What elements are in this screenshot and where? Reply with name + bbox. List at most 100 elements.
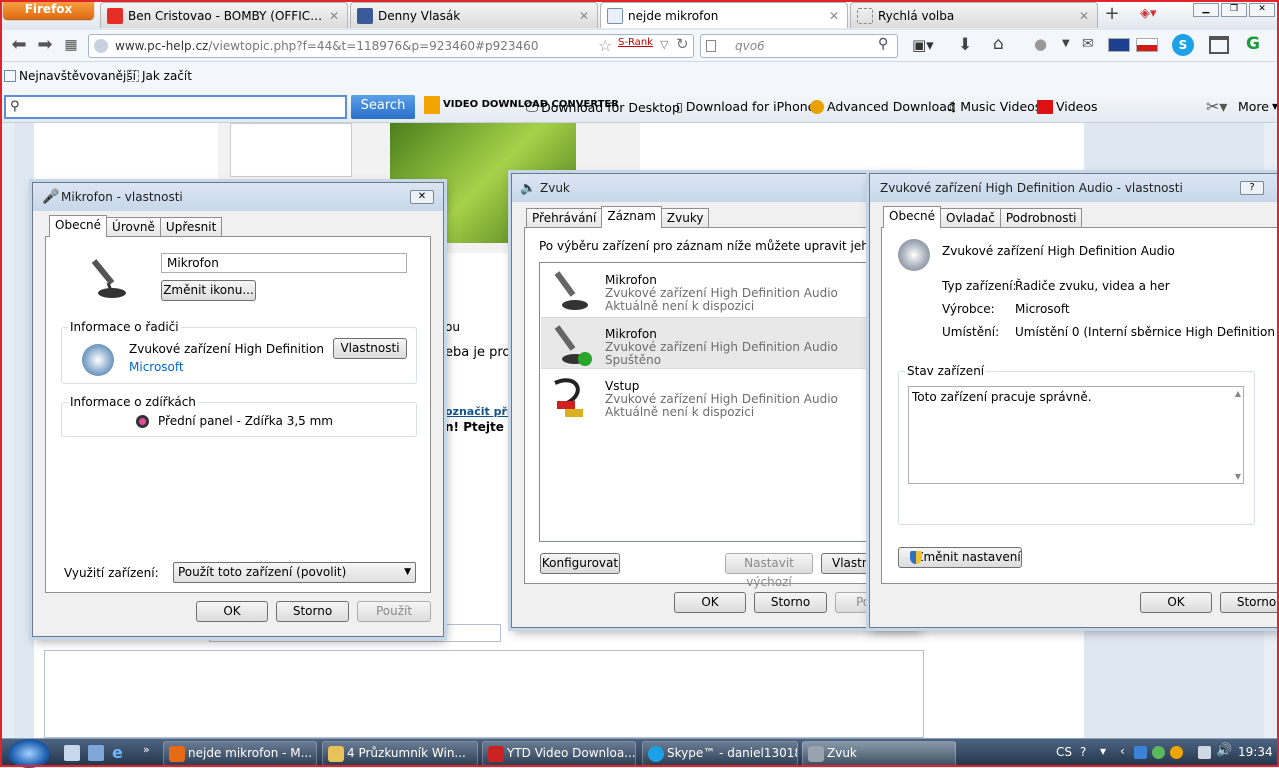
tools-icon[interactable]: ✂▾: [1206, 97, 1227, 116]
close-icon[interactable]: ✕: [1079, 9, 1091, 23]
bookmarks-icon[interactable]: ▣▾: [912, 36, 934, 54]
volume-icon[interactable]: 🔊: [1216, 743, 1232, 758]
cancel-button[interactable]: Storno: [276, 601, 349, 622]
minimize-button[interactable]: ▁: [1193, 3, 1219, 17]
close-icon[interactable]: ✕: [579, 9, 591, 23]
list-item[interactable]: Mikrofon Zvukové zařízení High Definitio…: [541, 317, 887, 369]
status-textbox[interactable]: Toto zařízení pracuje správně. ▲ ▼: [908, 386, 1244, 484]
home-icon[interactable]: ⌂: [993, 34, 1004, 54]
taskbar-task-firefox[interactable]: nejde mikrofon - M...: [163, 741, 317, 766]
tab-general[interactable]: Obecné: [49, 215, 108, 237]
star-icon[interactable]: ☆: [598, 36, 612, 55]
help-icon[interactable]: ?: [1080, 745, 1086, 759]
tray-app-icon[interactable]: [1134, 746, 1147, 759]
tab-playback[interactable]: Přehrávání: [526, 208, 603, 228]
scroll-down-icon[interactable]: ▼: [1235, 472, 1241, 481]
device-name-input[interactable]: Mikrofon: [161, 253, 407, 273]
chevron-down-icon[interactable]: ▾: [1100, 744, 1106, 758]
mail-icon[interactable]: ✉: [1082, 36, 1094, 52]
tab-speed-dial[interactable]: Rychlá volba ✕: [850, 2, 1098, 28]
dropdown-icon[interactable]: ▽: [660, 38, 668, 51]
addon-g-icon[interactable]: G: [1246, 34, 1260, 54]
srank-badge[interactable]: S-Rank: [618, 37, 653, 48]
cancel-button[interactable]: Storno: [754, 592, 827, 613]
tab-nejde-mikrofon[interactable]: nejde mikrofon ✕: [600, 2, 848, 28]
search-icon[interactable]: ⚲: [878, 36, 888, 52]
list-item[interactable]: Mikrofon Zvukové zařízení High Definitio…: [541, 264, 887, 316]
download-iphone-link[interactable]: ▯ Download for iPhone: [676, 99, 815, 114]
start-button[interactable]: [8, 739, 50, 768]
apply-button[interactable]: Použít: [357, 601, 431, 622]
chevron-left-icon[interactable]: ‹: [1120, 744, 1125, 758]
taskbar-task-sound[interactable]: Zvuk: [802, 741, 956, 766]
close-window-button[interactable]: ✕: [1249, 3, 1275, 17]
tray-update-icon[interactable]: [1170, 746, 1183, 759]
tab-details[interactable]: Podrobnosti: [999, 208, 1083, 228]
chevron-right-icon[interactable]: »: [143, 743, 150, 756]
bookmark-most-visited[interactable]: Nejnavštěvovanější: [4, 69, 136, 83]
czech-flag-icon[interactable]: [1136, 38, 1158, 52]
ok-button[interactable]: OK: [1140, 592, 1212, 613]
internet-explorer-icon[interactable]: e: [112, 743, 123, 762]
tray-check-icon[interactable]: [1152, 746, 1165, 759]
back-icon[interactable]: ⬅: [8, 35, 30, 57]
toolbar-search-input[interactable]: ⚲: [4, 95, 347, 119]
new-tab-button[interactable]: +: [1100, 4, 1124, 26]
set-default-button[interactable]: Nastavit výchozí: [725, 553, 813, 589]
network-icon[interactable]: [1198, 746, 1211, 759]
clock[interactable]: 19:34: [1238, 745, 1273, 759]
medal-icon[interactable]: ●: [1034, 35, 1047, 53]
forward-icon[interactable]: ➡: [34, 35, 56, 57]
tab-driver[interactable]: Ovladač: [940, 208, 1001, 228]
advanced-download-link[interactable]: Advanced Download: [810, 99, 955, 114]
close-icon[interactable]: ✕: [829, 9, 841, 23]
taskbar-task-ytd[interactable]: YTD Video Downloa...: [482, 741, 636, 766]
page-textarea[interactable]: [44, 650, 924, 738]
properties-button[interactable]: Vlastnosti: [333, 338, 407, 359]
uk-flag-icon[interactable]: [1108, 38, 1130, 52]
device-list[interactable]: Mikrofon Zvukové zařízení High Definitio…: [539, 262, 889, 542]
tab-recording[interactable]: Záznam: [601, 206, 662, 228]
help-button[interactable]: ?: [1240, 181, 1264, 195]
music-videos-link[interactable]: ♫ Music Videos: [946, 99, 1041, 114]
restore-button[interactable]: ❐: [1221, 3, 1247, 17]
ok-button[interactable]: OK: [196, 601, 268, 622]
scroll-up-icon[interactable]: ▲: [1235, 389, 1241, 398]
nav-search-input[interactable]: qvo6: [700, 34, 898, 58]
show-desktop-icon[interactable]: [64, 745, 80, 761]
ok-button[interactable]: OK: [674, 592, 746, 613]
configure-button[interactable]: Konfigurovat: [540, 553, 620, 574]
tab-youtube[interactable]: Ben Cristovao - BOMBY (OFFICIAL VI... ✕: [100, 2, 348, 28]
explorer-icon[interactable]: [88, 745, 104, 761]
tab-levels[interactable]: Úrovně: [106, 217, 161, 237]
window-icon[interactable]: [1209, 36, 1229, 54]
more-menu[interactable]: More ▼: [1238, 99, 1278, 114]
firefox-menu-button[interactable]: Firefox: [3, 1, 94, 19]
tab-advanced[interactable]: Upřesnit: [159, 217, 223, 237]
skype-icon[interactable]: S: [1172, 34, 1194, 56]
tab-facebook[interactable]: Denny Vlasák ✕: [350, 2, 598, 28]
videos-link[interactable]: Videos: [1037, 99, 1098, 114]
close-icon[interactable]: ✕: [410, 190, 434, 204]
download-desktop-link[interactable]: 🖵 Download for Desktop: [526, 99, 680, 115]
addon-icon[interactable]: ◈▾: [1140, 6, 1166, 24]
usage-select[interactable]: Použít toto zařízení (povolit) ▼: [173, 562, 416, 583]
grid-icon[interactable]: ▦: [60, 35, 82, 57]
tab-general[interactable]: Obecné: [883, 206, 942, 228]
site-identity-icon[interactable]: [94, 39, 108, 53]
toolbar-search-button[interactable]: Search: [351, 95, 415, 119]
list-item[interactable]: Vstup Zvukové zařízení High Definition A…: [541, 370, 887, 422]
change-icon-button[interactable]: Změnit ikonu...: [161, 280, 256, 301]
close-icon[interactable]: ✕: [329, 9, 341, 23]
language-indicator[interactable]: CS: [1056, 745, 1072, 759]
chevron-down-icon[interactable]: ▼: [1062, 38, 1070, 49]
taskbar-task-skype[interactable]: Skype™ - daniel13018: [642, 741, 798, 766]
tab-sounds[interactable]: Zvuky: [660, 208, 710, 228]
video-converter-logo[interactable]: VIDEO DOWNLOAD CONVERTER: [424, 96, 619, 114]
taskbar-task-explorer[interactable]: 4 Průzkumník Win...: [322, 741, 478, 766]
download-icon[interactable]: ⬇: [958, 35, 972, 55]
cancel-button[interactable]: Storno: [1220, 592, 1279, 613]
reload-icon[interactable]: ↻: [676, 35, 689, 53]
bookmark-getting-started[interactable]: Jak začít: [127, 69, 192, 83]
controller-vendor-link[interactable]: Microsoft: [129, 360, 184, 374]
